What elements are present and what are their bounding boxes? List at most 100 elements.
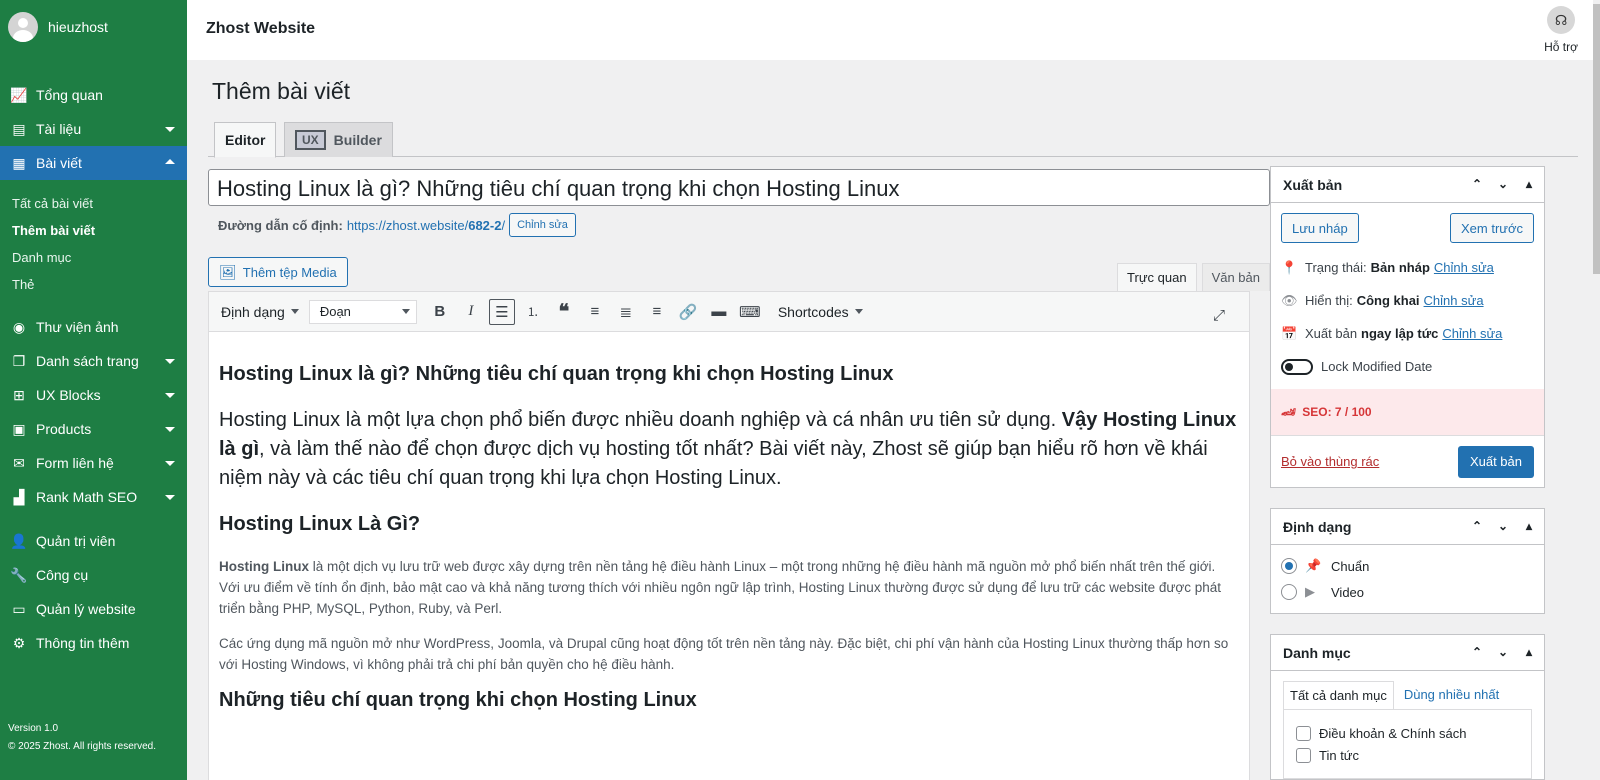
- sidebar-item-docs[interactable]: ▤ Tài liệu: [0, 112, 187, 146]
- visibility-value: Công khai: [1356, 293, 1420, 308]
- editor-box: Định dạng Đoạn B I ☰ ⒈ ❝ ≡ ≣ ≡ 🔗 ▬ ⌨ Sho…: [208, 291, 1250, 780]
- sidebar-item-label: UX Blocks: [36, 387, 101, 403]
- user-profile[interactable]: hieuzhost: [0, 0, 187, 54]
- sidebar-item-contact-form[interactable]: ✉ Form liên hệ: [0, 446, 187, 480]
- collapse-icon[interactable]: ▴: [1522, 519, 1536, 533]
- scrollbar-thumb[interactable]: [1593, 4, 1600, 274]
- format-option-video[interactable]: ▶ Video: [1271, 579, 1544, 605]
- sidebar-item-label: Thông tin thêm: [36, 635, 130, 651]
- bullet-list-icon[interactable]: ☰: [488, 298, 515, 325]
- sidebar-item-website-manager[interactable]: ▭ Quản lý website: [0, 592, 187, 626]
- category-item[interactable]: Tin tức: [1296, 744, 1519, 766]
- submenu-add-post[interactable]: Thêm bài viết: [0, 217, 187, 244]
- editor-content[interactable]: Hosting Linux là gì? Những tiêu chí quan…: [209, 332, 1249, 780]
- tab-text[interactable]: Văn bản: [1201, 263, 1270, 291]
- sidebar-item-products[interactable]: ▣ Products: [0, 412, 187, 446]
- move-up-icon[interactable]: ⌃: [1470, 645, 1484, 659]
- visibility-label: Hiển thị:: [1305, 293, 1353, 308]
- top-bar: Zhost Website ☊ Hỗ trợ: [187, 0, 1600, 60]
- italic-icon[interactable]: I: [458, 299, 484, 325]
- align-left-icon[interactable]: ≡: [582, 299, 608, 325]
- radio-selected[interactable]: [1281, 558, 1297, 574]
- sidebar-item-rank-math[interactable]: ▟ Rank Math SEO: [0, 480, 187, 514]
- posts-icon: ▦: [12, 154, 26, 171]
- lock-modified-toggle[interactable]: [1281, 358, 1313, 375]
- align-center-icon[interactable]: ≣: [613, 299, 639, 325]
- sidebar-item-media[interactable]: ◉ Thư viện ảnh: [0, 310, 187, 344]
- sidebar-item-more-info[interactable]: ⚙ Thông tin thêm: [0, 626, 187, 660]
- tab-all-categories[interactable]: Tất cả danh mục: [1283, 681, 1394, 709]
- tab-ux-builder[interactable]: UX Builder: [284, 122, 393, 157]
- sidebar-item-posts[interactable]: ▦ Bài viết: [0, 146, 187, 180]
- sidebar-item-pages[interactable]: ❐ Danh sách trang: [0, 344, 187, 378]
- permalink-link[interactable]: https://zhost.website/682-2/: [347, 218, 505, 233]
- products-icon: ▣: [12, 420, 26, 437]
- move-up-icon[interactable]: ⌃: [1470, 519, 1484, 533]
- pin-icon: 📌: [1305, 558, 1322, 573]
- tab-most-used[interactable]: Dùng nhiều nhất: [1394, 681, 1509, 709]
- version-text: Version 1.0: [8, 723, 59, 734]
- add-media-button[interactable]: 🖼 Thêm tệp Media: [208, 257, 348, 287]
- sidebar-item-label: Form liên hệ: [36, 455, 114, 471]
- move-down-icon[interactable]: ⌄: [1496, 645, 1510, 659]
- chevron-down-icon: [165, 427, 175, 432]
- align-right-icon[interactable]: ≡: [644, 299, 670, 325]
- collapse-icon[interactable]: ▴: [1522, 177, 1536, 191]
- submenu-all-posts[interactable]: Tất cả bài viết: [0, 190, 187, 217]
- edit-permalink-button[interactable]: Chỉnh sửa: [509, 213, 576, 237]
- category-item[interactable]: Điều khoản & Chính sách: [1296, 722, 1519, 744]
- lock-modified-label: Lock Modified Date: [1321, 359, 1433, 374]
- collapse-icon[interactable]: ▴: [1522, 645, 1536, 659]
- radio-unselected[interactable]: [1281, 584, 1297, 600]
- read-more-icon[interactable]: ▬: [706, 299, 732, 325]
- checkbox[interactable]: [1296, 725, 1311, 741]
- sidebar-item-ux-blocks[interactable]: ⊞ UX Blocks: [0, 378, 187, 412]
- tab-editor[interactable]: Editor: [214, 122, 277, 158]
- move-up-icon[interactable]: ⌃: [1470, 177, 1484, 191]
- save-draft-button[interactable]: Lưu nháp: [1281, 213, 1359, 243]
- site-title[interactable]: Zhost Website: [206, 20, 315, 38]
- checkbox[interactable]: [1296, 747, 1311, 763]
- publish-box-header[interactable]: Xuất bản ⌃ ⌄ ▴: [1271, 167, 1544, 203]
- format-menu[interactable]: Định dạng: [221, 304, 299, 320]
- keyboard-icon[interactable]: ⌨: [737, 299, 763, 325]
- schedule-row: 📅 Xuất bản ngay lập tức Chỉnh sửa: [1271, 317, 1544, 350]
- bold-icon[interactable]: B: [427, 299, 453, 325]
- tab-visual[interactable]: Trực quan: [1117, 263, 1197, 291]
- move-down-icon[interactable]: ⌄: [1496, 519, 1510, 533]
- format-box-header[interactable]: Định dạng ⌃ ⌄ ▴: [1271, 509, 1544, 545]
- edit-visibility-link[interactable]: Chỉnh sửa: [1424, 293, 1484, 308]
- move-down-icon[interactable]: ⌄: [1496, 177, 1510, 191]
- copyright-text: © 2025 Zhost. All rights reserved.: [8, 741, 156, 752]
- paragraph-select[interactable]: Đoạn: [308, 299, 417, 324]
- sidebar-item-overview[interactable]: 📈 Tổng quan: [0, 78, 187, 112]
- page-scrollbar[interactable]: [1593, 0, 1600, 780]
- publish-box-title: Xuất bản: [1283, 176, 1343, 193]
- content-heading-2: Hosting Linux Là Gì?: [219, 513, 421, 535]
- help-button[interactable]: ☊ Hỗ trợ: [1544, 6, 1578, 54]
- format-box-title: Định dạng: [1283, 518, 1352, 535]
- trash-link[interactable]: Bỏ vào thùng rác: [1281, 454, 1379, 469]
- tab-builder-label: Builder: [333, 132, 382, 148]
- blockquote-icon[interactable]: ❝: [551, 299, 577, 325]
- post-title-input[interactable]: Hosting Linux là gì? Những tiêu chí quan…: [208, 169, 1270, 206]
- submenu-tags[interactable]: Thẻ: [0, 271, 187, 298]
- chevron-down-icon: [401, 309, 410, 314]
- publish-button[interactable]: Xuất bản: [1457, 445, 1534, 478]
- format-option-standard[interactable]: 📌 Chuẩn: [1271, 553, 1544, 579]
- edit-schedule-link[interactable]: Chỉnh sửa: [1442, 326, 1502, 341]
- seo-score[interactable]: 🏎 SEO: 7 / 100: [1271, 389, 1544, 435]
- wrench-icon: 🔧: [10, 566, 28, 583]
- sidebar-item-admins[interactable]: 👤 Quản trị viên: [0, 524, 187, 558]
- editor-view-tabs: Trực quan Văn bản: [1112, 263, 1270, 291]
- sidebar-item-tools[interactable]: 🔧 Công cụ: [0, 558, 187, 592]
- category-box-header[interactable]: Danh mục ⌃ ⌄ ▴: [1271, 635, 1544, 671]
- submenu-categories[interactable]: Danh mục: [0, 244, 187, 271]
- preview-button[interactable]: Xem trước: [1449, 213, 1534, 243]
- numbered-list-icon[interactable]: ⒈: [520, 299, 546, 325]
- edit-status-link[interactable]: Chỉnh sửa: [1434, 260, 1494, 275]
- shortcodes-menu[interactable]: Shortcodes: [778, 304, 863, 320]
- link-icon[interactable]: 🔗: [675, 299, 701, 325]
- fullscreen-icon[interactable]: ⤢: [1206, 302, 1232, 328]
- status-label: Trạng thái:: [1305, 260, 1367, 275]
